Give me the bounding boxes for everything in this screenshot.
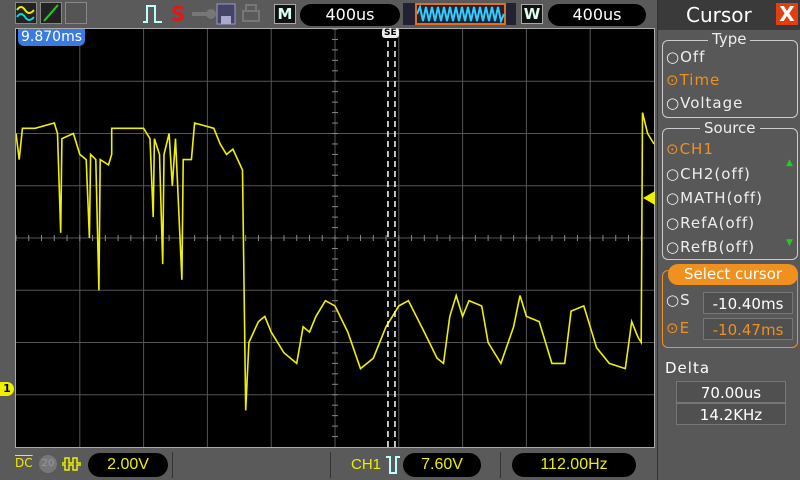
save-disk-icon[interactable] (216, 3, 236, 29)
ref-waveform-icon[interactable] (65, 2, 87, 24)
trigger-level-value[interactable]: 7.60V (403, 453, 481, 477)
time-offset-label: 9.870ms (18, 29, 86, 46)
radio-on-icon: ⊙ (666, 319, 680, 337)
cursor-e-label: E (679, 319, 691, 337)
math-line-icon[interactable] (40, 2, 62, 24)
invert-wave-icon (61, 456, 83, 476)
divider (172, 452, 173, 478)
bottom-status-bar: DC 20 2.00V CH1 7.60V 112.00Hz (0, 450, 657, 480)
radio-on-icon: ⊙ (666, 71, 680, 89)
window-label: W (521, 4, 543, 24)
source-option-label: MATH(off) (680, 189, 764, 207)
source-group-label: Source (700, 119, 760, 137)
source-option[interactable]: ○MATH(off) (666, 189, 763, 207)
source-option[interactable]: ○RefA(off) (666, 214, 755, 232)
waveform-svg (16, 29, 654, 447)
timebase-main-label: M (274, 4, 296, 24)
source-option-label: RefB(off) (680, 238, 756, 256)
source-option-label: RefA(off) (680, 213, 756, 232)
top-toolbar: S M 400us W 400us (0, 0, 657, 28)
trigger-level-marker[interactable] (643, 190, 655, 205)
source-option-label: CH2(off) (680, 164, 751, 183)
trigger-source-label: CH1 (351, 456, 382, 473)
scroll-up-icon[interactable]: ▲ (786, 158, 793, 168)
cursor-e-radio[interactable]: ⊙E (666, 319, 690, 337)
delta-frequency-value: 14.2KHz (676, 403, 786, 425)
type-option[interactable]: ⊙Time (666, 71, 720, 89)
close-button[interactable]: X (776, 3, 798, 25)
type-option-label: Voltage (680, 94, 744, 112)
delta-label: Delta (665, 359, 711, 377)
waveform-overview[interactable] (403, 3, 516, 25)
frequency-value: 112.00Hz (512, 453, 636, 477)
delta-time-value: 70.00us (676, 381, 786, 403)
printer-icon (241, 3, 261, 29)
type-option-label: Time (679, 71, 721, 89)
bandwidth-limit-icon: 20 (39, 455, 57, 473)
waveform-display[interactable]: 9.870ms SE (15, 28, 655, 448)
source-option[interactable]: ○CH2(off) (666, 165, 751, 183)
radio-off-icon: ○ (666, 48, 681, 66)
type-option-label: Off (680, 48, 706, 66)
radio-off-icon: ○ (666, 189, 681, 207)
view-window-indicator[interactable] (415, 3, 506, 25)
source-option[interactable]: ○RefB(off) (666, 238, 755, 256)
type-option[interactable]: ○Voltage (666, 94, 743, 112)
cursor-s-radio[interactable]: ○S (666, 291, 691, 309)
radio-off-icon: ○ (666, 291, 681, 309)
cursor-s-value[interactable]: -10.40ms (703, 292, 793, 314)
window-timebase-value[interactable]: 400us (548, 4, 646, 26)
timebase-value[interactable]: 400us (300, 4, 400, 26)
radio-off-icon: ○ (666, 238, 681, 256)
type-group-label: Type (708, 30, 751, 48)
cursor-panel: Cursor X Type ○Off ⊙Time ○Voltage Source ⊙… (657, 0, 800, 480)
scroll-down-icon[interactable]: ▼ (786, 238, 793, 248)
divider (330, 452, 331, 478)
type-option[interactable]: ○Off (666, 48, 705, 66)
ch1-ground-marker[interactable]: 1 (0, 381, 14, 396)
stop-indicator: S (171, 2, 186, 26)
radio-off-icon: ○ (666, 164, 681, 183)
trigger-edge-icon[interactable] (142, 4, 164, 28)
cursor-s-label: S (680, 291, 691, 309)
cursor-e-value[interactable]: -10.47ms (703, 318, 793, 340)
radio-on-icon: ⊙ (666, 140, 680, 158)
source-option-label: CH1 (679, 140, 714, 158)
radio-off-icon: ○ (666, 213, 681, 232)
select-cursor-label: Select cursor (668, 264, 798, 285)
trigger-position-marker[interactable]: SE (382, 28, 399, 38)
ch1-scale-value[interactable]: 2.00V (88, 453, 168, 477)
radio-off-icon: ○ (666, 94, 681, 112)
key-icon (192, 6, 216, 19)
source-option[interactable]: ⊙CH1 (666, 140, 714, 158)
divider (500, 452, 501, 478)
channel-wave-icon[interactable] (15, 2, 37, 24)
falling-edge-icon (385, 455, 401, 479)
coupling-label: DC (15, 456, 33, 470)
